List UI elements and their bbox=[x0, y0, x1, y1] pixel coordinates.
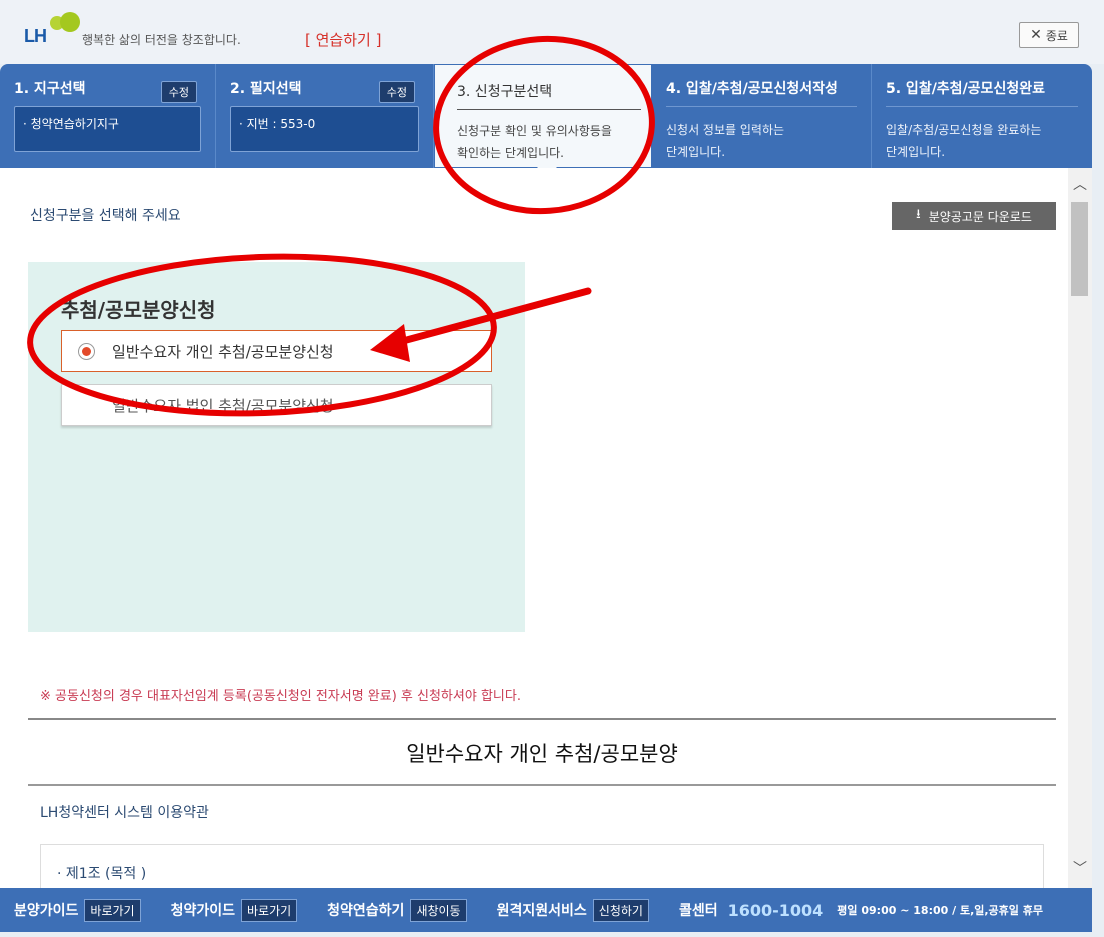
scrollbar-thumb[interactable] bbox=[1071, 202, 1088, 296]
footer-practice: 청약연습하기 새창이동 bbox=[327, 898, 467, 922]
remote-support-request-button[interactable]: 신청하기 bbox=[592, 898, 649, 922]
divider bbox=[28, 718, 1056, 720]
step-5-complete: 5. 입찰/추첨/공모신청완료 입찰/추첨/공모신청을 완료하는 단계입니다. bbox=[872, 64, 1092, 168]
step-1-district: 1. 지구선택 수정 · 청약연습하기지구 bbox=[0, 64, 216, 168]
edit-district-button[interactable]: 수정 bbox=[160, 81, 197, 103]
page-prompt: 신청구분을 선택해 주세요 bbox=[30, 208, 181, 224]
terms-article: · 제1조 (목적 ) bbox=[57, 866, 147, 882]
service-hours: 평일 09:00 ~ 18:00 / 토,일,공휴일 휴무 bbox=[837, 904, 1043, 917]
step-4-write-application: 4. 입찰/추첨/공모신청서작성 신청서 정보를 입력하는 단계입니다. bbox=[652, 64, 872, 168]
download-icon: ⭳ bbox=[916, 207, 921, 222]
scroll-up-icon[interactable]: ︿ bbox=[1068, 174, 1092, 198]
terms-content-box[interactable]: · 제1조 (목적 ) bbox=[40, 844, 1044, 888]
practice-mode-label: [ 연습하기 ] bbox=[305, 31, 382, 49]
practice-new-window-button[interactable]: 새창이동 bbox=[410, 898, 467, 922]
slogan: 행복한 삶의 터전을 창조합니다. bbox=[82, 33, 241, 47]
terms-title: LH청약센터 시스템 이용약관 bbox=[40, 805, 209, 821]
option-individual-application[interactable]: 일반수요자 개인 추첨/공모분양신청 bbox=[61, 330, 492, 372]
section-title: 일반수요자 개인 추첨/공모분양 bbox=[406, 742, 678, 766]
download-notice-button[interactable]: ⭳ 분양공고문 다운로드 bbox=[892, 202, 1056, 230]
footer-remote-support: 원격지원서비스 신청하기 bbox=[497, 898, 649, 922]
vertical-scrollbar[interactable]: ︿ ﹀ bbox=[1068, 168, 1092, 888]
footer-subscription-guide: 청약가이드 바로가기 bbox=[171, 898, 298, 922]
application-type-panel: 추첨/공모분양신청 일반수요자 개인 추첨/공모분양신청 일반수요자 법인 추첨… bbox=[28, 262, 525, 632]
joint-application-notice: ※ 공동신청의 경우 대표자선임계 등록(공동신청인 전자서명 완료) 후 신청… bbox=[40, 689, 521, 704]
call-center-number: 1600-1004 bbox=[727, 900, 824, 920]
subscription-guide-link-button[interactable]: 바로가기 bbox=[240, 898, 298, 922]
edit-lot-button[interactable]: 수정 bbox=[378, 81, 415, 103]
close-icon: ✕ bbox=[1030, 27, 1042, 43]
lh-logo: LH bbox=[22, 12, 82, 48]
divider bbox=[28, 784, 1056, 786]
footer-call-center: 콜센터 1600-1004 평일 09:00 ~ 18:00 / 토,일,공휴일… bbox=[678, 900, 1043, 920]
footer-sale-guide: 분양가이드 바로가기 bbox=[14, 898, 141, 922]
scroll-down-icon[interactable]: ﹀ bbox=[1068, 858, 1092, 882]
app-header: LH 행복한 삶의 터전을 창조합니다. [ 연습하기 ] ✕ 종료 bbox=[0, 0, 1104, 64]
step-3-application-type: 3. 신청구분선택 신청구분 확인 및 유의사항등을 확인하는 단계입니다. bbox=[434, 64, 652, 180]
radio-selected-icon[interactable] bbox=[78, 343, 95, 360]
footer-bar: 분양가이드 바로가기 청약가이드 바로가기 청약연습하기 새창이동 원격지원서비… bbox=[0, 888, 1092, 932]
selected-lot-value: · 지번 : 553-0 bbox=[230, 106, 419, 152]
selected-district-value: · 청약연습하기지구 bbox=[14, 106, 201, 152]
sale-guide-link-button[interactable]: 바로가기 bbox=[84, 898, 141, 922]
close-button[interactable]: ✕ 종료 bbox=[1019, 22, 1079, 48]
step-progress-bar: 1. 지구선택 수정 · 청약연습하기지구 2. 필지선택 수정 · 지번 : … bbox=[0, 64, 1092, 180]
option-corporate-application[interactable]: 일반수요자 법인 추첨/공모분양신청 bbox=[61, 384, 492, 426]
main-content: 신청구분을 선택해 주세요 ⭳ 분양공고문 다운로드 추첨/공모분양신청 일반수… bbox=[0, 168, 1068, 888]
panel-title: 추첨/공모분양신청 bbox=[61, 298, 216, 322]
step-2-lot: 2. 필지선택 수정 · 지번 : 553-0 bbox=[216, 64, 434, 168]
